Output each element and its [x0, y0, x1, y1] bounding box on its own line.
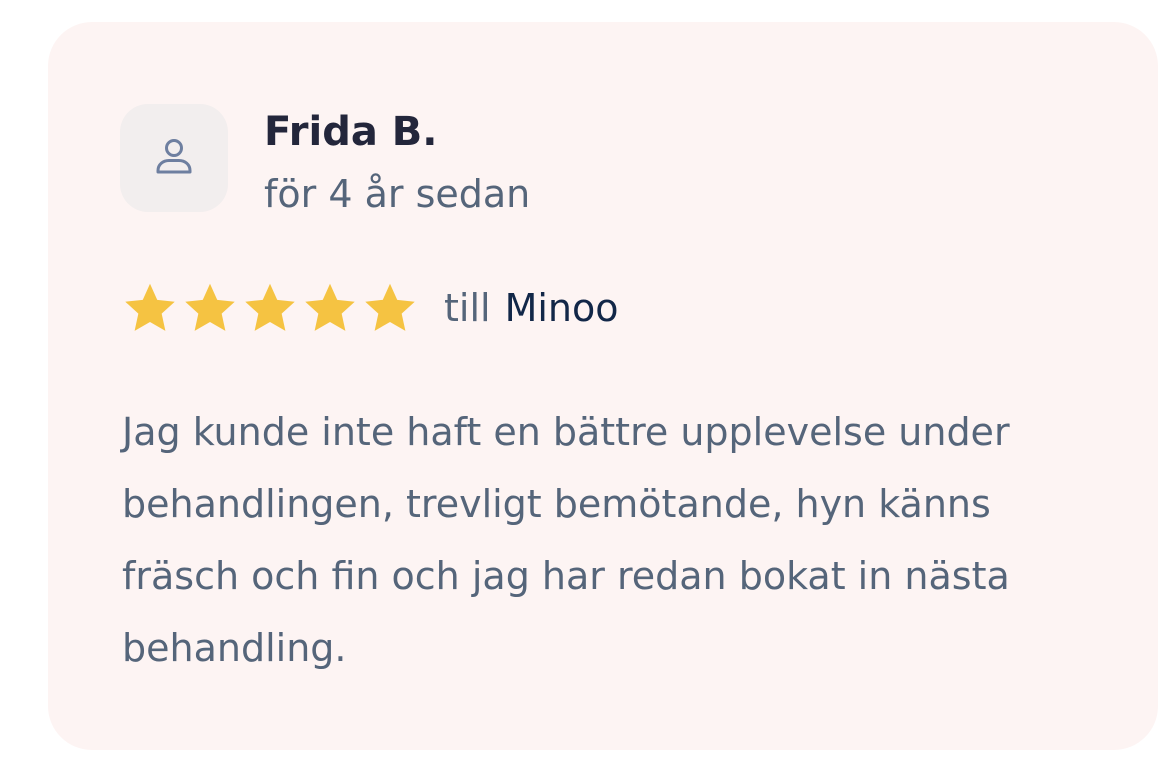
review-time: för 4 år sedan: [264, 172, 531, 216]
review-card: Frida B. för 4 år sedan till Minoo Jag k…: [48, 22, 1158, 750]
user-icon: [152, 134, 196, 182]
reviewer-name: Frida B.: [264, 109, 438, 155]
review-text: Jag kunde inte haft en bättre upplevelse…: [122, 410, 1010, 670]
star-icon: [185, 283, 235, 331]
to-label: till: [444, 286, 491, 330]
star-icon: [245, 283, 295, 331]
star-icon: [365, 283, 415, 331]
star-rating: [122, 280, 418, 336]
avatar: [120, 104, 228, 212]
star-icon: [125, 283, 175, 331]
star-icon: [305, 283, 355, 331]
rating-row: till Minoo: [122, 276, 619, 340]
provider-name[interactable]: Minoo: [505, 286, 619, 330]
